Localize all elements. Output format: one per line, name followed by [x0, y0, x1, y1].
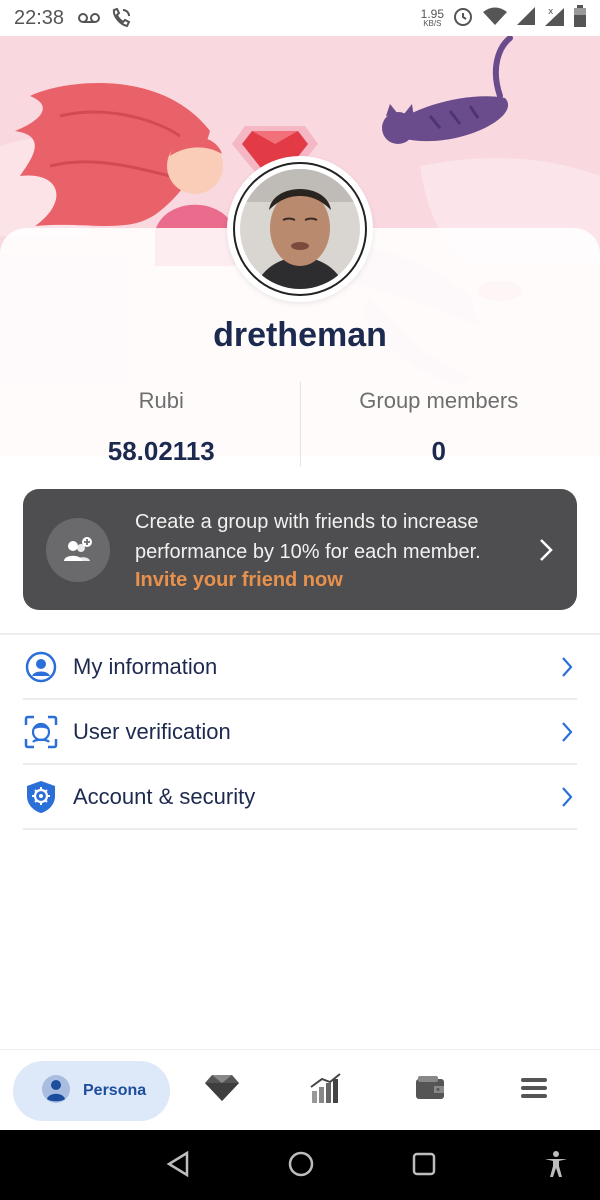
- nav-chart[interactable]: [306, 1072, 346, 1108]
- username: dretheman: [213, 316, 387, 354]
- invite-description: Create a group with friends to increase …: [135, 511, 481, 563]
- invite-link[interactable]: Invite your friend now: [135, 569, 515, 592]
- battery-icon: [574, 4, 586, 32]
- shield-gear-icon: [23, 779, 59, 815]
- status-bar: 22:38 1.95 KB/S x: [0, 0, 600, 36]
- chevron-right-icon: [561, 786, 573, 808]
- add-group-icon: [46, 517, 110, 582]
- menu-item-user-verification[interactable]: User verification: [23, 700, 577, 765]
- signal-icon: [516, 6, 536, 31]
- wifi-icon: [482, 6, 508, 31]
- menu-icon: [519, 1076, 549, 1105]
- menu-item-my-information[interactable]: My information: [23, 635, 577, 700]
- accessibility-icon[interactable]: [543, 1150, 569, 1178]
- nav-persona[interactable]: Persona: [13, 1061, 170, 1121]
- alarm-icon: [452, 5, 474, 32]
- stat-rubi: Rubi 58.02113: [23, 382, 300, 466]
- status-time: 22:38: [14, 6, 65, 29]
- chevron-right-icon: [561, 721, 573, 743]
- signal-x-icon: x: [544, 5, 566, 32]
- voicemail-icon: [78, 11, 101, 25]
- wallet-icon: [414, 1075, 446, 1106]
- bottom-nav: Persona: [0, 1049, 600, 1130]
- menu-item-label: My information: [73, 653, 218, 679]
- nav-wallet[interactable]: [410, 1072, 450, 1108]
- net-speed: 1.95 KB/S: [421, 8, 444, 28]
- status-icons: 1.95 KB/S x: [421, 4, 586, 32]
- chevron-right-icon: [561, 656, 573, 678]
- nav-persona-label: Persona: [83, 1082, 147, 1099]
- profile-menu: My information User verification Account…: [23, 635, 577, 830]
- avatar[interactable]: [227, 156, 373, 302]
- user-circle-icon: [23, 649, 59, 685]
- invite-banner[interactable]: Create a group with friends to increase …: [23, 489, 577, 610]
- profile-screen: 22:38 1.95 KB/S x dretheman Rubi 58.0211…: [0, 0, 600, 1200]
- avatar-photo: [233, 162, 367, 296]
- menu-item-label: User verification: [73, 718, 231, 744]
- nav-diamond[interactable]: [202, 1072, 242, 1108]
- persona-icon: [41, 1074, 71, 1109]
- stat-value: 0: [431, 436, 446, 466]
- svg-text:x: x: [548, 7, 554, 17]
- wifi-call-icon: [110, 7, 132, 29]
- diamond-icon: [204, 1074, 240, 1107]
- stat-value: 58.02113: [107, 436, 215, 466]
- chevron-right-icon: [539, 538, 553, 562]
- stat-group-members: Group members 0: [301, 382, 578, 466]
- system-nav-bar: [0, 1130, 600, 1200]
- stat-label: Group members: [359, 388, 519, 413]
- recents-icon[interactable]: [412, 1150, 436, 1178]
- net-speed-unit: KB/S: [423, 19, 442, 28]
- face-scan-icon: [23, 714, 59, 750]
- invite-text: Create a group with friends to increase …: [135, 507, 515, 592]
- stat-label: Rubi: [138, 388, 184, 413]
- stats-row: Rubi 58.02113 Group members 0: [23, 382, 577, 466]
- back-icon[interactable]: [166, 1150, 190, 1178]
- menu-item-label: Account & security: [73, 783, 256, 809]
- nav-menu[interactable]: [514, 1072, 554, 1108]
- chart-icon: [310, 1072, 342, 1108]
- home-icon[interactable]: [287, 1150, 315, 1178]
- menu-item-account-security[interactable]: Account & security: [23, 765, 577, 830]
